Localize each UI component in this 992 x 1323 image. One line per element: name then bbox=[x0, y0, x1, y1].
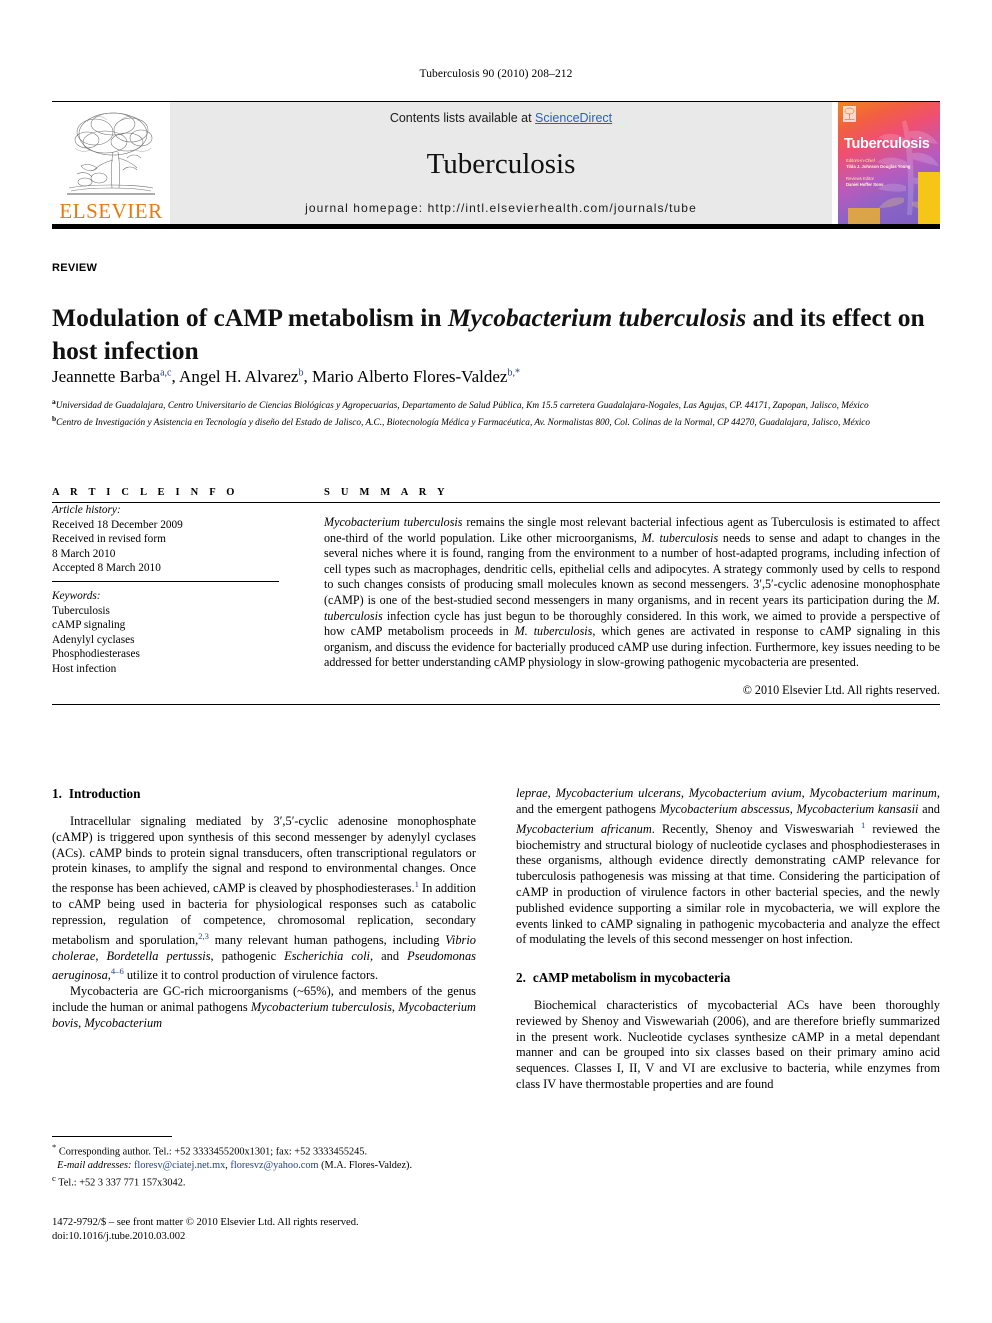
author-affiliation-marker: a,c bbox=[160, 367, 172, 378]
email-addresses-label: E-mail addresses: bbox=[57, 1159, 132, 1171]
cover-assoc-label: Reviews Editor bbox=[846, 176, 874, 181]
footnote-rule bbox=[52, 1136, 172, 1137]
title-segment-1: Modulation of cAMP metabolism in bbox=[52, 303, 448, 333]
cover-elsevier-tree-icon bbox=[843, 106, 856, 122]
imprint-block: 1472-9792/$ – see front matter © 2010 El… bbox=[52, 1216, 476, 1244]
title-species-name: Mycobacterium tuberculosis bbox=[447, 303, 747, 333]
history-accepted: Accepted 8 March 2010 bbox=[52, 562, 161, 575]
keywords-block: Keywords: Tuberculosis cAMP signaling Ad… bbox=[52, 589, 279, 677]
footnote-email: E-mail addresses: floresv@ciatej.net.mx,… bbox=[57, 1159, 413, 1171]
issn-copyright-line: 1472-9792/$ – see front matter © 2010 El… bbox=[52, 1217, 359, 1228]
section-number: 2. bbox=[516, 970, 526, 986]
doi-line: doi:10.1016/j.tube.2010.03.002 bbox=[52, 1230, 186, 1242]
keyword-item: Tuberculosis bbox=[52, 604, 110, 617]
author-affiliation-marker: b,* bbox=[507, 367, 520, 378]
footnote-marker: * bbox=[52, 1142, 57, 1152]
history-received: Received 18 December 2009 bbox=[52, 518, 183, 531]
sciencedirect-link[interactable]: ScienceDirect bbox=[535, 111, 612, 125]
keyword-item: Adenylyl cyclases bbox=[52, 633, 135, 646]
affiliation-item: bCentro de Investigación y Asistencia en… bbox=[52, 413, 937, 429]
cover-journal-title: Tuberculosis bbox=[844, 136, 930, 152]
body-column-left: 1. Introduction Intracellular signaling m… bbox=[52, 786, 476, 1093]
masthead-center-panel: Contents lists available at ScienceDirec… bbox=[170, 102, 832, 224]
affiliation-item: aUniversidad de Guadalajara, Centro Univ… bbox=[52, 396, 937, 412]
masthead-bottom-rule bbox=[52, 224, 940, 229]
paragraph: Mycobacteria are GC-rich microorganisms … bbox=[52, 984, 476, 1030]
author-name: Mario Alberto Flores-Valdez bbox=[311, 366, 508, 386]
page-title: Modulation of cAMP metabolism in Mycobac… bbox=[52, 301, 932, 367]
infobox-bottom-rule bbox=[52, 704, 940, 706]
abstract-text: Mycobacterium tuberculosis remains the s… bbox=[324, 515, 941, 670]
journal-homepage-line[interactable]: journal homepage: http://intl.elsevierhe… bbox=[305, 201, 697, 215]
affiliation-list: aUniversidad de Guadalajara, Centro Univ… bbox=[52, 396, 937, 430]
journal-masthead: ELSEVIER Contents lists available at Sci… bbox=[52, 101, 940, 229]
elsevier-logo: ELSEVIER bbox=[52, 102, 170, 224]
cover-editor-names: Tilda J. Johnson Douglas Young bbox=[846, 164, 911, 169]
summary-heading: S U M M A R Y bbox=[324, 487, 449, 498]
article-body: 1. Introduction Intracellular signaling m… bbox=[52, 786, 940, 1093]
contents-available-line: Contents lists available at ScienceDirec… bbox=[390, 111, 612, 125]
author-name: Angel H. Alvarez bbox=[179, 366, 299, 386]
article-history-label: Article history: bbox=[52, 504, 121, 516]
section-heading-introduction: 1. Introduction bbox=[52, 786, 476, 802]
info-divider-rule bbox=[52, 580, 279, 582]
footnote-marker-c: c bbox=[52, 1173, 56, 1184]
author-name: Jeannette Barba bbox=[52, 366, 161, 386]
email-owner-text: (M.A. Flores-Valdez). bbox=[321, 1159, 413, 1171]
section-number: 1. bbox=[52, 786, 62, 801]
cover-assoc-names: Daniel Hoffer Sons bbox=[846, 182, 884, 187]
author-list: Jeannette Barbaa,c, Angel H. Alvarezb, M… bbox=[52, 362, 932, 388]
summary-column: Mycobacterium tuberculosis remains the s… bbox=[295, 503, 940, 698]
journal-cover-thumbnail: Tuberculosis Editors-in-Chief Tilda J. J… bbox=[838, 102, 940, 224]
section-heading-camp-metabolism: 2. cAMP metabolism in mycobacteria bbox=[516, 970, 940, 986]
journal-article-page: Tuberculosis 90 (2010) 208–212 ELSEVIER … bbox=[0, 0, 992, 1323]
footnote-tel-c: c Tel.: +52 3 337 771 157x3042. bbox=[52, 1172, 476, 1190]
section-title: cAMP metabolism in mycobacteria bbox=[532, 970, 731, 986]
affiliation-text: Centro de Investigación y Asistencia en … bbox=[56, 417, 871, 428]
article-info-summary-box: A R T I C L E I N F O S U M M A R Y Arti… bbox=[52, 487, 940, 706]
keyword-item: Phosphodiesterases bbox=[52, 648, 140, 661]
author-item: Mario Alberto Flores-Valdezb,* bbox=[312, 367, 520, 386]
paragraph: Intracellular signaling mediated by 3′,5… bbox=[52, 814, 476, 983]
elsevier-tree-icon bbox=[61, 108, 161, 200]
running-head: Tuberculosis 90 (2010) 208–212 bbox=[419, 68, 573, 80]
footnote-block: * Corresponding author. Tel.: +52 333345… bbox=[52, 1136, 476, 1190]
paragraph: leprae, Mycobacterium ulcerans, Mycobact… bbox=[516, 786, 940, 947]
footnote-corresponding-author: * Corresponding author. Tel.: +52 333345… bbox=[52, 1141, 476, 1159]
author-item: Angel H. Alvarezb, bbox=[179, 367, 312, 386]
cover-editor-label: Editors-in-Chief bbox=[846, 158, 875, 163]
author-separator: , bbox=[303, 366, 312, 386]
cover-yellow-block-2 bbox=[848, 208, 880, 224]
keyword-item: Host infection bbox=[52, 662, 117, 675]
body-column-right: leprae, Mycobacterium ulcerans, Mycobact… bbox=[516, 786, 940, 1093]
cover-yellow-block bbox=[918, 172, 940, 224]
footnote-corresponding-text: Corresponding author. Tel.: +52 33334552… bbox=[58, 1146, 368, 1158]
email-link-secondary[interactable]: floresvz@yahoo.com bbox=[230, 1160, 318, 1171]
section-title: Introduction bbox=[68, 786, 141, 801]
affiliation-text: Universidad de Guadalajara, Centro Unive… bbox=[55, 401, 869, 412]
keywords-label: Keywords: bbox=[52, 589, 101, 602]
history-revised-date: 8 March 2010 bbox=[52, 547, 116, 560]
cover-editor-block: Editors-in-Chief Tilda J. Johnson Dougla… bbox=[846, 158, 910, 188]
keyword-item: cAMP signaling bbox=[52, 619, 126, 632]
contents-prefix-text: Contents lists available at bbox=[389, 111, 536, 125]
author-separator: , bbox=[171, 366, 180, 386]
elsevier-wordmark: ELSEVIER bbox=[59, 199, 163, 223]
article-info-heading: A R T I C L E I N F O bbox=[52, 487, 239, 498]
author-item: Jeannette Barbaa,c, bbox=[52, 367, 179, 386]
history-revised-label: Received in revised form bbox=[52, 533, 166, 546]
journal-title: Tuberculosis bbox=[426, 147, 576, 180]
article-type-label: REVIEW bbox=[52, 262, 98, 274]
footnote-tel-text: Tel.: +52 3 337 771 157x3042. bbox=[58, 1177, 186, 1189]
abstract-copyright: © 2010 Elsevier Ltd. All rights reserved… bbox=[742, 683, 940, 698]
article-info-column: Article history: Received 18 December 20… bbox=[52, 503, 295, 698]
paragraph: Biochemical characteristics of mycobacte… bbox=[516, 998, 940, 1092]
email-link-primary[interactable]: floresv@ciatej.net.mx bbox=[134, 1160, 225, 1171]
